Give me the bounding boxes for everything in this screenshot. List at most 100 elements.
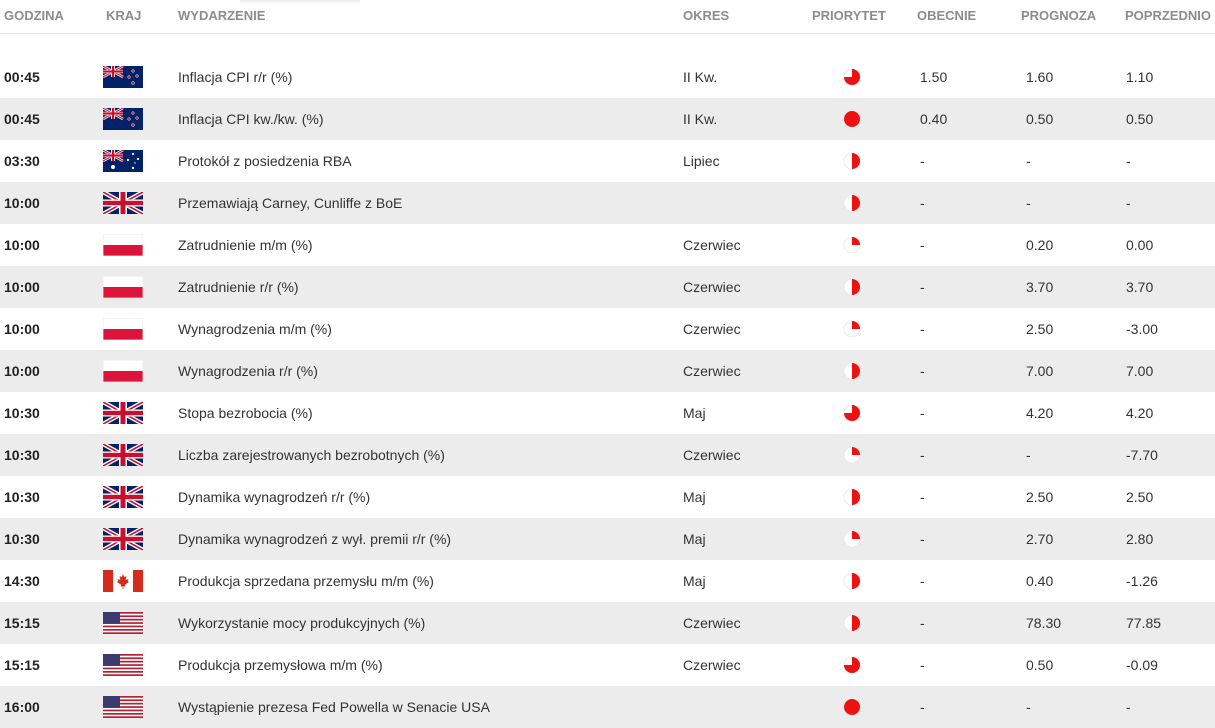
flag-uk-icon bbox=[103, 402, 143, 424]
row-event: Inflacja CPI kw./kw. (%) bbox=[178, 111, 324, 127]
row-forecast: 78.30 bbox=[1026, 615, 1062, 631]
table-row[interactable]: 16:00 Wystąpienie prezesa Fed Powella w S… bbox=[0, 686, 1215, 728]
row-time: 10:00 bbox=[4, 195, 40, 211]
row-time: 16:00 bbox=[4, 699, 40, 715]
table-row[interactable]: 10:30 Liczba zarejestrowanych bezrobotnyc… bbox=[0, 434, 1215, 476]
table-row[interactable]: 10:30 Dynamika wynagrodzeń r/r (%) Maj - 2.5… bbox=[0, 476, 1215, 518]
row-period: Czerwiec bbox=[683, 279, 741, 295]
row-event: Wynagrodzenia m/m (%) bbox=[178, 321, 332, 337]
header-period[interactable]: OKRES bbox=[683, 8, 729, 23]
row-time: 10:30 bbox=[4, 531, 40, 547]
table-row[interactable]: 15:15 Produkcja przemysłowa m/m (%) Czerwi… bbox=[0, 644, 1215, 686]
table-row[interactable]: 10:00 Przemawiają Carney, Cunliffe z BoE -… bbox=[0, 182, 1215, 224]
row-event: Przemawiają Carney, Cunliffe z BoE bbox=[178, 195, 403, 211]
row-actual: - bbox=[920, 489, 925, 505]
priority-icon bbox=[843, 362, 861, 380]
priority-icon bbox=[843, 194, 861, 212]
priority-icon bbox=[843, 614, 861, 632]
row-period: II Kw. bbox=[683, 111, 718, 127]
row-time: 10:30 bbox=[4, 447, 40, 463]
row-forecast: 1.60 bbox=[1026, 69, 1054, 85]
header-event[interactable]: WYDARZENIE bbox=[178, 8, 265, 23]
header-forecast[interactable]: PROGNOZA bbox=[1021, 8, 1096, 23]
priority-icon bbox=[843, 446, 861, 464]
row-actual: - bbox=[920, 195, 925, 211]
flag-usa-icon bbox=[103, 654, 143, 676]
row-period: Czerwiec bbox=[683, 615, 741, 631]
table-row[interactable]: 00:45 Inflacja CPI kw./kw. (%) II Kw. 0.40 0… bbox=[0, 98, 1215, 140]
priority-icon bbox=[843, 68, 861, 86]
table-row[interactable]: 10:00 Wynagrodzenia r/r (%) Czerwiec - 7.00 7… bbox=[0, 350, 1215, 392]
row-period: Maj bbox=[683, 573, 706, 589]
row-actual: - bbox=[920, 405, 925, 421]
row-time: 14:30 bbox=[4, 573, 40, 589]
row-previous: -3.00 bbox=[1126, 321, 1158, 337]
flag-canada-icon bbox=[103, 570, 143, 592]
header-priority[interactable]: PRIORYTET bbox=[812, 8, 886, 23]
flag-poland-icon bbox=[103, 234, 143, 256]
row-forecast: 0.20 bbox=[1026, 237, 1054, 253]
row-actual: - bbox=[920, 153, 925, 169]
row-previous: 77.85 bbox=[1126, 615, 1162, 631]
row-forecast: 7.00 bbox=[1026, 363, 1054, 379]
row-forecast: 2.70 bbox=[1026, 531, 1054, 547]
header-country[interactable]: KRAJ bbox=[106, 8, 141, 23]
events-table: 00:45 Inflacja CPI r/r (%) II Kw. 1.50 1.60 1… bbox=[0, 56, 1215, 728]
row-previous: 2.50 bbox=[1126, 489, 1154, 505]
flag-poland-icon bbox=[103, 318, 143, 340]
header-time[interactable]: GODZINA bbox=[4, 8, 64, 23]
priority-icon bbox=[843, 110, 861, 128]
row-actual: - bbox=[920, 615, 925, 631]
row-previous: -1.26 bbox=[1126, 573, 1158, 589]
row-period: Czerwiec bbox=[683, 447, 741, 463]
row-previous: 1.10 bbox=[1126, 69, 1154, 85]
table-row[interactable]: 10:30 Stopa bezrobocia (%) Maj - 4.20 4.20 bbox=[0, 392, 1215, 434]
flag-new-zealand-icon bbox=[103, 108, 143, 130]
row-time: 10:00 bbox=[4, 237, 40, 253]
row-event: Stopa bezrobocia (%) bbox=[178, 405, 313, 421]
row-actual: - bbox=[920, 573, 925, 589]
row-time: 10:00 bbox=[4, 363, 40, 379]
row-actual: - bbox=[920, 237, 925, 253]
table-row[interactable]: 15:15 Wykorzystanie mocy produkcyjnych (%… bbox=[0, 602, 1215, 644]
priority-icon bbox=[843, 152, 861, 170]
table-row[interactable]: 14:30 Produkcja sprzedana przemysłu m/m (… bbox=[0, 560, 1215, 602]
row-time: 00:45 bbox=[4, 111, 40, 127]
row-forecast: 0.50 bbox=[1026, 111, 1054, 127]
row-time: 03:30 bbox=[4, 153, 40, 169]
row-event: Protokół z posiedzenia RBA bbox=[178, 153, 352, 169]
flag-poland-icon bbox=[103, 276, 143, 298]
priority-icon bbox=[843, 320, 861, 338]
row-forecast: - bbox=[1026, 153, 1031, 169]
row-event: Produkcja sprzedana przemysłu m/m (%) bbox=[178, 573, 434, 589]
table-row[interactable]: 03:30 Protokół z posiedzenia RBA Lipiec - - - bbox=[0, 140, 1215, 182]
row-period: Maj bbox=[683, 489, 706, 505]
row-time: 10:30 bbox=[4, 405, 40, 421]
row-time: 15:15 bbox=[4, 615, 40, 631]
table-row[interactable]: 10:00 Wynagrodzenia m/m (%) Czerwiec - 2.50 -… bbox=[0, 308, 1215, 350]
row-forecast: - bbox=[1026, 447, 1031, 463]
row-event: Liczba zarejestrowanych bezrobotnych (%) bbox=[178, 447, 445, 463]
row-actual: 0.40 bbox=[920, 111, 948, 127]
row-time: 00:45 bbox=[4, 69, 40, 85]
priority-icon bbox=[843, 278, 861, 296]
row-previous: -7.70 bbox=[1126, 447, 1158, 463]
table-row[interactable]: 10:00 Zatrudnienie r/r (%) Czerwiec - 3.70 3.… bbox=[0, 266, 1215, 308]
flag-uk-icon bbox=[103, 528, 143, 550]
row-time: 10:00 bbox=[4, 279, 40, 295]
row-forecast: 0.50 bbox=[1026, 657, 1054, 673]
table-row[interactable]: 10:00 Zatrudnienie m/m (%) Czerwiec - 0.20 0.… bbox=[0, 224, 1215, 266]
table-row[interactable]: 00:45 Inflacja CPI r/r (%) II Kw. 1.50 1.60 1… bbox=[0, 56, 1215, 98]
row-period: II Kw. bbox=[683, 69, 718, 85]
flag-new-zealand-icon bbox=[103, 66, 143, 88]
row-actual: - bbox=[920, 279, 925, 295]
table-row[interactable]: 10:30 Dynamika wynagrodzeń z wył. premii … bbox=[0, 518, 1215, 560]
row-forecast: 4.20 bbox=[1026, 405, 1054, 421]
row-forecast: 3.70 bbox=[1026, 279, 1054, 295]
header-previous[interactable]: POPRZEDNIO bbox=[1125, 8, 1211, 23]
row-period: Maj bbox=[683, 405, 706, 421]
header-actual[interactable]: OBECNIE bbox=[917, 8, 976, 23]
flag-usa-icon bbox=[103, 612, 143, 634]
row-event: Produkcja przemysłowa m/m (%) bbox=[178, 657, 383, 673]
row-time: 15:15 bbox=[4, 657, 40, 673]
